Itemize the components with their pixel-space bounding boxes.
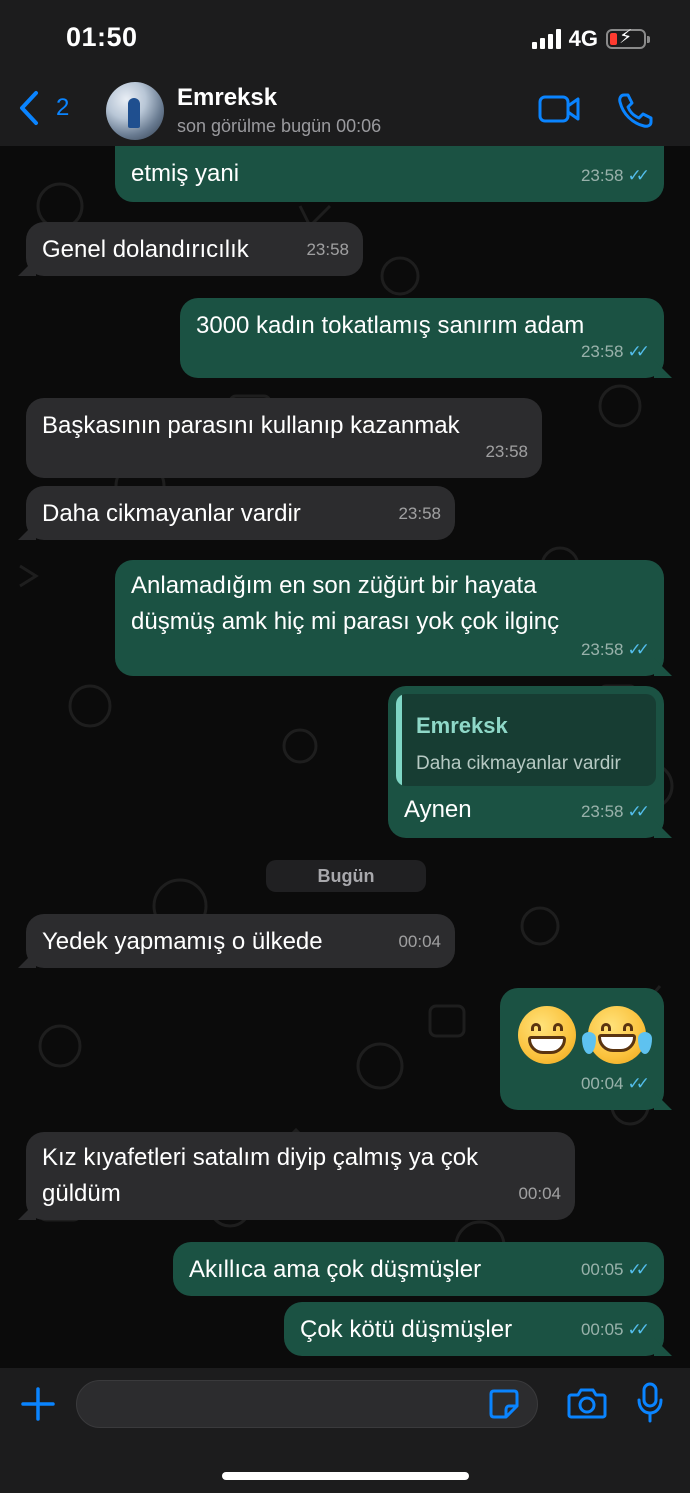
microphone-button[interactable] bbox=[636, 1382, 664, 1429]
quoted-message[interactable]: Emreksk Daha cikmayanlar vardir bbox=[396, 694, 656, 786]
message-time: 23:58 bbox=[580, 342, 624, 361]
message-meta: 23:58 ✓✓ bbox=[581, 632, 650, 668]
sticker-icon bbox=[489, 1389, 519, 1419]
message-time: 00:04 bbox=[398, 932, 441, 951]
video-call-button[interactable] bbox=[538, 94, 580, 129]
chat-area[interactable]: etmiş yani 23:58 ✓✓ Genel dolandırıcılık … bbox=[0, 146, 690, 1368]
message-bubble-incoming[interactable]: Daha cikmayanlar vardir 23:58 bbox=[18, 486, 455, 540]
voice-call-button[interactable] bbox=[616, 92, 654, 135]
read-ticks-icon: ✓✓ bbox=[627, 1260, 650, 1279]
message-meta: 23:58 ✓✓ bbox=[581, 158, 650, 194]
battery-icon: ⚡ bbox=[606, 28, 650, 49]
message-bubble-outgoing-reply[interactable]: Emreksk Daha cikmayanlar vardir Aynen 23… bbox=[388, 686, 672, 838]
message-time: 00:04 bbox=[580, 1074, 624, 1093]
message-time: 23:58 bbox=[580, 166, 624, 185]
message-text-line: Anlamadığım en son züğürt bir hayata bbox=[131, 572, 537, 599]
read-ticks-icon: ✓✓ bbox=[627, 1074, 650, 1093]
message-time: 23:58 bbox=[580, 802, 624, 821]
back-button[interactable]: 2 bbox=[18, 90, 69, 126]
message-time: 23:58 bbox=[398, 504, 441, 523]
status-time: 01:50 bbox=[66, 22, 138, 52]
unread-count: 2 bbox=[56, 94, 70, 121]
plus-icon bbox=[21, 1387, 55, 1421]
face-with-tears-of-joy-icon bbox=[582, 1006, 652, 1064]
quote-author: Emreksk bbox=[416, 713, 508, 738]
network-label: 4G bbox=[568, 26, 598, 51]
message-bubble-incoming[interactable]: Başkasının parasını kullanıp kazanmak 23… bbox=[26, 398, 542, 478]
message-meta: 00:04 ✓✓ bbox=[581, 1066, 650, 1102]
message-time: 23:58 bbox=[580, 640, 624, 659]
message-time: 23:58 bbox=[485, 442, 528, 461]
chevron-left-icon bbox=[20, 91, 38, 125]
message-text: Akıllıca ama çok düşmüşler bbox=[189, 1256, 482, 1283]
message-bubble-outgoing[interactable]: etmiş yani 23:58 ✓✓ bbox=[115, 146, 664, 202]
chat-header: 2 Emreksk son görülme bugün 00:06 bbox=[0, 78, 690, 146]
message-meta: 00:04 bbox=[518, 1176, 561, 1212]
quote-text: Daha cikmayanlar vardir bbox=[416, 753, 621, 774]
message-meta: 00:05 ✓✓ bbox=[581, 1252, 650, 1288]
grinning-face-icon bbox=[518, 1006, 576, 1064]
avatar[interactable] bbox=[106, 82, 164, 140]
message-bubble-outgoing[interactable]: Anlamadığım en son züğürt bir hayata düş… bbox=[115, 560, 672, 676]
message-meta: 23:58 ✓✓ bbox=[581, 794, 650, 830]
message-time: 00:05 bbox=[580, 1260, 624, 1279]
message-input[interactable] bbox=[76, 1380, 538, 1428]
microphone-icon bbox=[637, 1382, 663, 1423]
message-meta: 23:58 bbox=[306, 232, 349, 268]
message-text-line: güldüm bbox=[42, 1180, 121, 1207]
attach-button[interactable] bbox=[20, 1386, 56, 1427]
message-meta: 23:58 ✓✓ bbox=[581, 334, 650, 370]
camera-icon bbox=[567, 1388, 607, 1419]
read-ticks-icon: ✓✓ bbox=[627, 1320, 650, 1339]
message-meta: 23:58 bbox=[485, 434, 528, 470]
message-time: 00:04 bbox=[518, 1184, 561, 1203]
message-text-line: düşmüş amk hiç mi parası yok çok ilginç bbox=[131, 608, 560, 635]
read-ticks-icon: ✓✓ bbox=[627, 640, 650, 659]
date-separator: Bugün bbox=[266, 860, 426, 892]
sticker-button[interactable] bbox=[488, 1388, 520, 1425]
message-text: Aynen bbox=[404, 796, 472, 823]
message-meta: 00:05 ✓✓ bbox=[581, 1312, 650, 1348]
message-time: 23:58 bbox=[306, 240, 349, 259]
message-text: Daha cikmayanlar vardir bbox=[42, 500, 301, 527]
home-indicator[interactable] bbox=[222, 1472, 469, 1480]
message-bubble-incoming[interactable]: Genel dolandırıcılık 23:58 bbox=[18, 222, 363, 276]
message-meta: 23:58 bbox=[398, 496, 441, 532]
message-text: Genel dolandırıcılık bbox=[42, 236, 249, 263]
message-text: Yedek yapmamış o ülkede bbox=[42, 928, 323, 955]
camera-button[interactable] bbox=[567, 1386, 607, 1425]
read-ticks-icon: ✓✓ bbox=[627, 802, 650, 821]
last-seen: son görülme bugün 00:06 bbox=[177, 116, 382, 136]
status-bar: 01:50 4G ⚡ bbox=[0, 0, 690, 78]
message-bubble-outgoing[interactable]: 3000 kadın tokatlamış sanırım adam 23:58… bbox=[180, 298, 672, 378]
signal-icon bbox=[531, 29, 561, 49]
message-bubble-outgoing-emoji[interactable]: 00:04 ✓✓ bbox=[500, 988, 672, 1110]
message-bubble-outgoing[interactable]: Akıllıca ama çok düşmüşler 00:05 ✓✓ bbox=[173, 1242, 664, 1296]
status-indicators: 4G ⚡ bbox=[531, 26, 650, 52]
read-ticks-icon: ✓✓ bbox=[627, 166, 650, 185]
message-text-line: Kız kıyafetleri satalım diyip çalmış ya … bbox=[42, 1144, 479, 1171]
video-camera-icon bbox=[538, 95, 580, 123]
message-text: Başkasının parasını kullanıp kazanmak bbox=[42, 412, 460, 439]
message-bubble-incoming[interactable]: Yedek yapmamış o ülkede 00:04 bbox=[18, 914, 455, 968]
read-ticks-icon: ✓✓ bbox=[627, 342, 650, 361]
message-bubble-outgoing[interactable]: Çok kötü düşmüşler 00:05 ✓✓ bbox=[284, 1302, 672, 1356]
message-bubble-incoming[interactable]: Kız kıyafetleri satalım diyip çalmış ya … bbox=[18, 1132, 575, 1220]
contact-name[interactable]: Emreksk bbox=[177, 84, 277, 112]
message-meta: 00:04 bbox=[398, 924, 441, 960]
phone-icon bbox=[618, 93, 653, 128]
message-text: etmiş yani bbox=[131, 160, 240, 187]
message-time: 00:05 bbox=[580, 1320, 624, 1339]
